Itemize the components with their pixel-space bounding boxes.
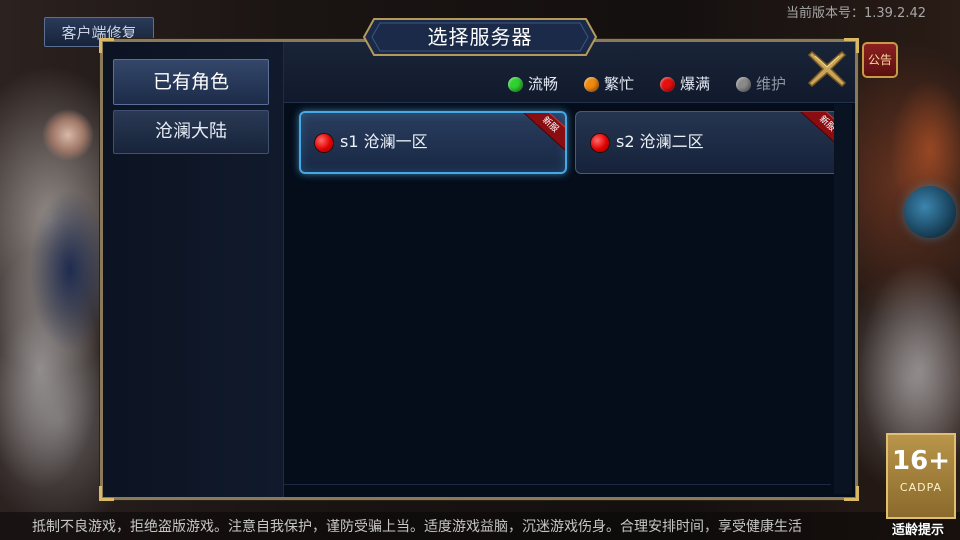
background-character-left bbox=[0, 40, 110, 500]
sidebar-item-existing-characters[interactable]: 已有角色 bbox=[113, 59, 269, 105]
region-sidebar: 已有角色 沧澜大陆 bbox=[103, 42, 284, 497]
legend-busy: 繁忙 bbox=[584, 74, 634, 94]
legend-maintenance: 维护 bbox=[736, 74, 786, 94]
scrollbar-track[interactable] bbox=[834, 104, 852, 494]
legend-label: 维护 bbox=[756, 75, 787, 93]
legend-label: 繁忙 bbox=[604, 75, 635, 93]
server-select-dialog: 已有角色 沧澜大陆 流畅 繁忙 爆满 维护 s1 沧澜一区 新服 s2 沧澜二区 bbox=[99, 38, 859, 501]
legend-label: 流畅 bbox=[528, 75, 559, 93]
server-name: s2 沧澜二区 bbox=[616, 132, 704, 151]
divider bbox=[284, 484, 831, 485]
close-x-icon bbox=[807, 50, 847, 88]
sidebar-item-canglan-continent[interactable]: 沧澜大陆 bbox=[113, 110, 269, 154]
health-warning-text: 抵制不良游戏，拒绝盗版游戏。注意自我保护，谨防受骗上当。适度游戏益脑，沉迷游戏伤… bbox=[32, 519, 802, 535]
background-character-right bbox=[850, 40, 960, 470]
announcement-button[interactable]: 公告 bbox=[862, 42, 898, 78]
status-dot-green-icon bbox=[508, 77, 523, 92]
version-label: 当前版本号：1.39.2.42 bbox=[785, 6, 926, 21]
new-server-ribbon: 新服 bbox=[517, 113, 565, 156]
status-dot-gray-icon bbox=[736, 77, 751, 92]
status-dot-red-icon bbox=[660, 77, 675, 92]
age-rating-badge[interactable]: 16+ CADPA bbox=[886, 433, 956, 519]
age-tip-label: 适龄提示 bbox=[892, 523, 945, 538]
close-button[interactable] bbox=[806, 48, 848, 90]
server-name: s1 沧澜一区 bbox=[340, 132, 428, 151]
server-item-s2[interactable]: s2 沧澜二区 新服 bbox=[575, 111, 843, 174]
dialog-title-plate: 选择服务器 bbox=[362, 17, 598, 57]
age-rating: 16+ bbox=[892, 446, 950, 476]
legend-smooth: 流畅 bbox=[508, 74, 558, 94]
legend-full: 爆满 bbox=[660, 74, 710, 94]
rating-org: CADPA bbox=[899, 481, 943, 494]
status-dot-orange-icon bbox=[584, 77, 599, 92]
server-list-panel: 流畅 繁忙 爆满 维护 s1 沧澜一区 新服 s2 沧澜二区 新服 bbox=[284, 42, 855, 497]
legend-label: 爆满 bbox=[680, 75, 711, 93]
status-dot-red-icon bbox=[591, 134, 609, 152]
status-dot-red-icon bbox=[315, 134, 333, 152]
server-item-s1[interactable]: s1 沧澜一区 新服 bbox=[299, 111, 567, 174]
background-orb bbox=[904, 186, 956, 238]
dialog-title: 选择服务器 bbox=[427, 25, 533, 49]
